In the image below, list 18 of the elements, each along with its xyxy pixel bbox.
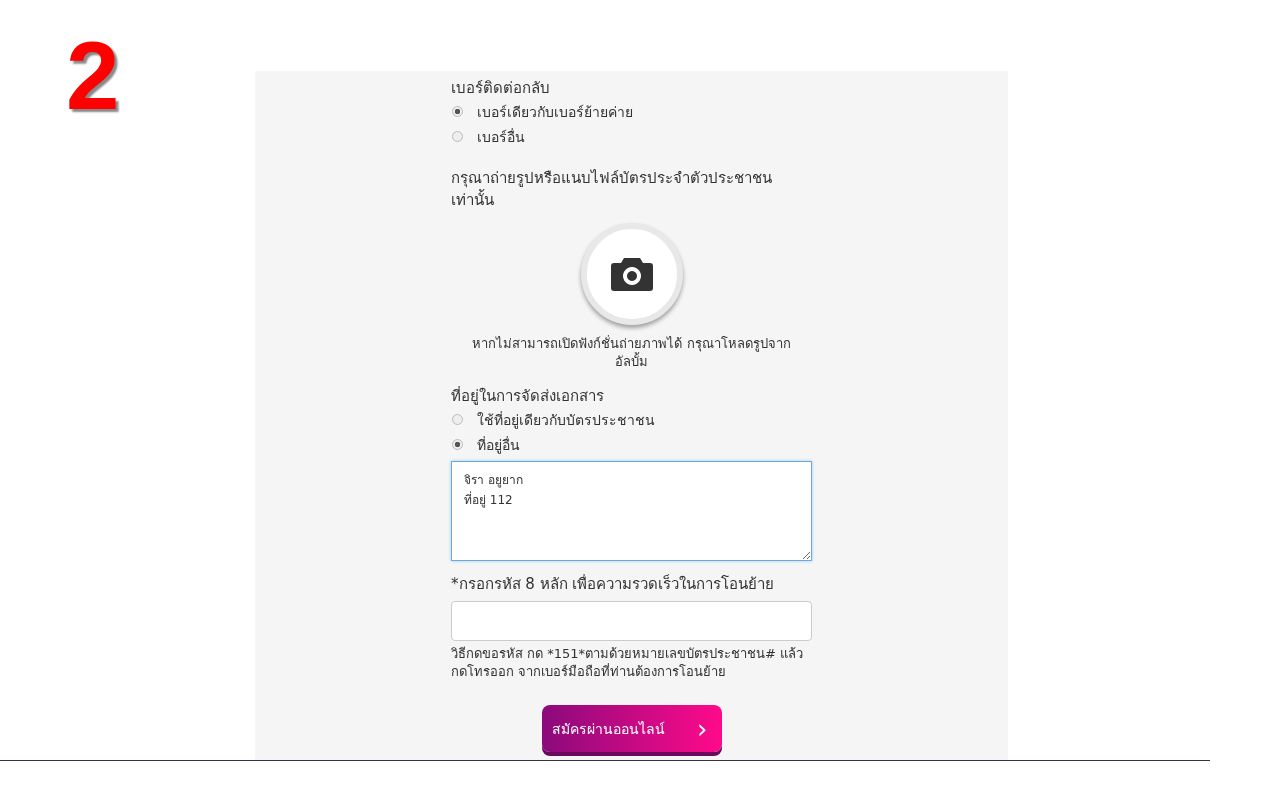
field-label: เบอร์ติดต่อกลับ [451,78,551,99]
radio-button[interactable] [452,131,463,142]
code-input-field[interactable] [451,601,812,641]
option-label: เบอร์อื่น [477,127,525,147]
radio-button[interactable] [452,439,463,450]
help-text: วิธีกดขอรหัส กด *151*ตามด้วยหมายเลขบัตรประชาชน# แล้ว กดโทรออก จากเบอร์มือถือที่ท่านต้องการโอนย้าย [451,645,805,681]
radio-button[interactable] [452,414,463,425]
option-label: ที่อยู่อื่น [477,435,520,456]
field-label: *กรอกรหัส 8 หลัก เพื่อความรวดเร็วในการโอนย้าย [451,573,776,595]
hint-text: หากไม่สามารถเปิดฟังก์ชั่นถ่ายภาพได้ กรุณาโหลดรูปจาก อัลบั้ม [471,335,792,371]
radio-button[interactable] [452,106,463,117]
camera-icon [609,256,654,292]
option-label: เบอร์เดียวกับเบอร์ย้ายค่าย [477,102,633,122]
step-number: 2 [66,28,120,124]
option-label: ใช้ที่อยู่เดียวกับบัตรประชาชน [477,410,655,431]
address-field[interactable]: จิรา อยูยาก ที่อยู่ 112 [451,461,812,561]
field-label: ที่อยู่ในการจัดส่งเอกสาร [451,385,605,407]
field-label: กรุณาถ่ายรูปหรือแนบไฟล์บัตรประจำตัวประชาชนเท่านั้น [451,168,773,211]
